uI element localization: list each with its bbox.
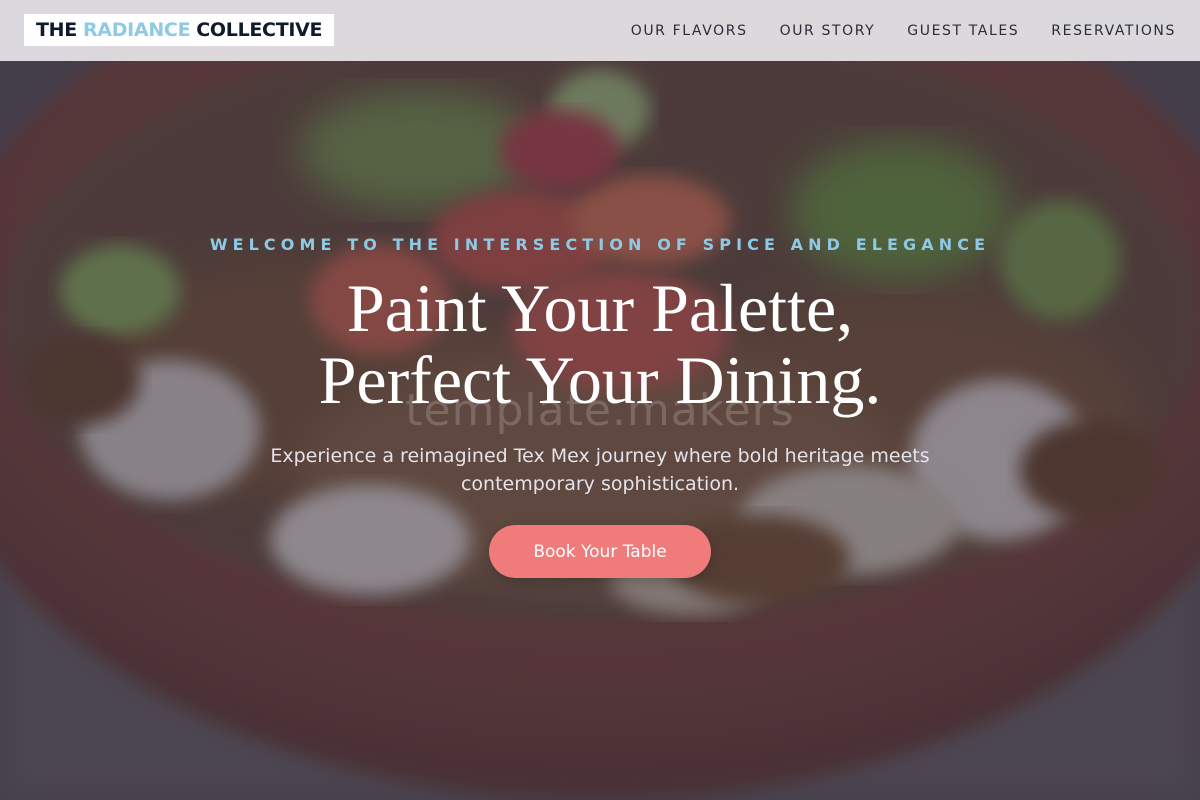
hero-subtext: Experience a reimagined Tex Mex journey … xyxy=(270,445,930,495)
hero-headline-line-2: Perfect Your Dining. xyxy=(318,342,882,418)
hero-eyebrow: WELCOME TO THE INTERSECTION OF SPICE AND… xyxy=(209,235,991,254)
hero-headline-line-1: Paint Your Palette, xyxy=(346,270,854,346)
hero-content: WELCOME TO THE INTERSECTION OF SPICE AND… xyxy=(0,0,1200,800)
book-table-button[interactable]: Book Your Table xyxy=(489,525,711,578)
hero-headline: Paint Your Palette, Perfect Your Dining. xyxy=(0,272,1200,416)
